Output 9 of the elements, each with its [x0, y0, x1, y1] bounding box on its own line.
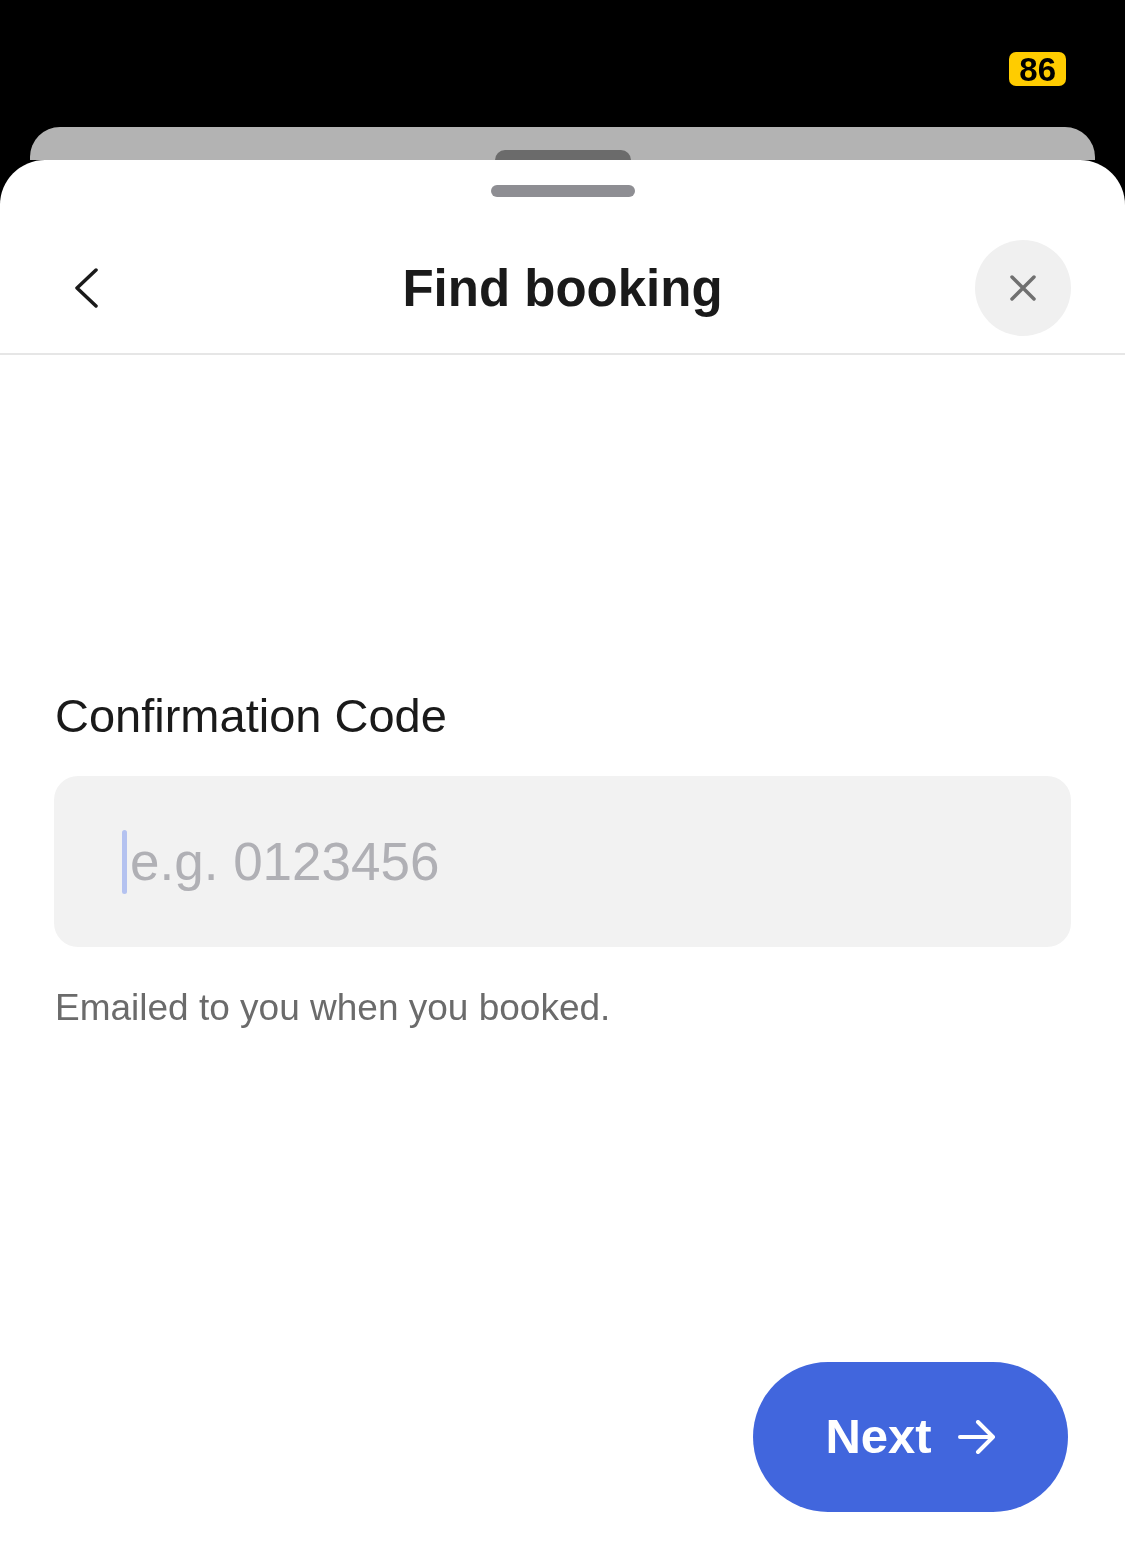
- back-chevron-icon: [73, 268, 99, 308]
- battery-level-badge: 86: [1009, 52, 1066, 86]
- confirmation-code-input[interactable]: e.g. 0123456: [54, 776, 1071, 948]
- arrow-right-icon: [957, 1420, 996, 1454]
- field-label: Confirmation Code: [54, 688, 448, 744]
- next-button[interactable]: Next: [753, 1362, 1068, 1512]
- close-icon: [1010, 275, 1036, 301]
- sheet-handle[interactable]: [490, 185, 635, 197]
- field-hint: Emailed to you when you booked.: [54, 986, 612, 1031]
